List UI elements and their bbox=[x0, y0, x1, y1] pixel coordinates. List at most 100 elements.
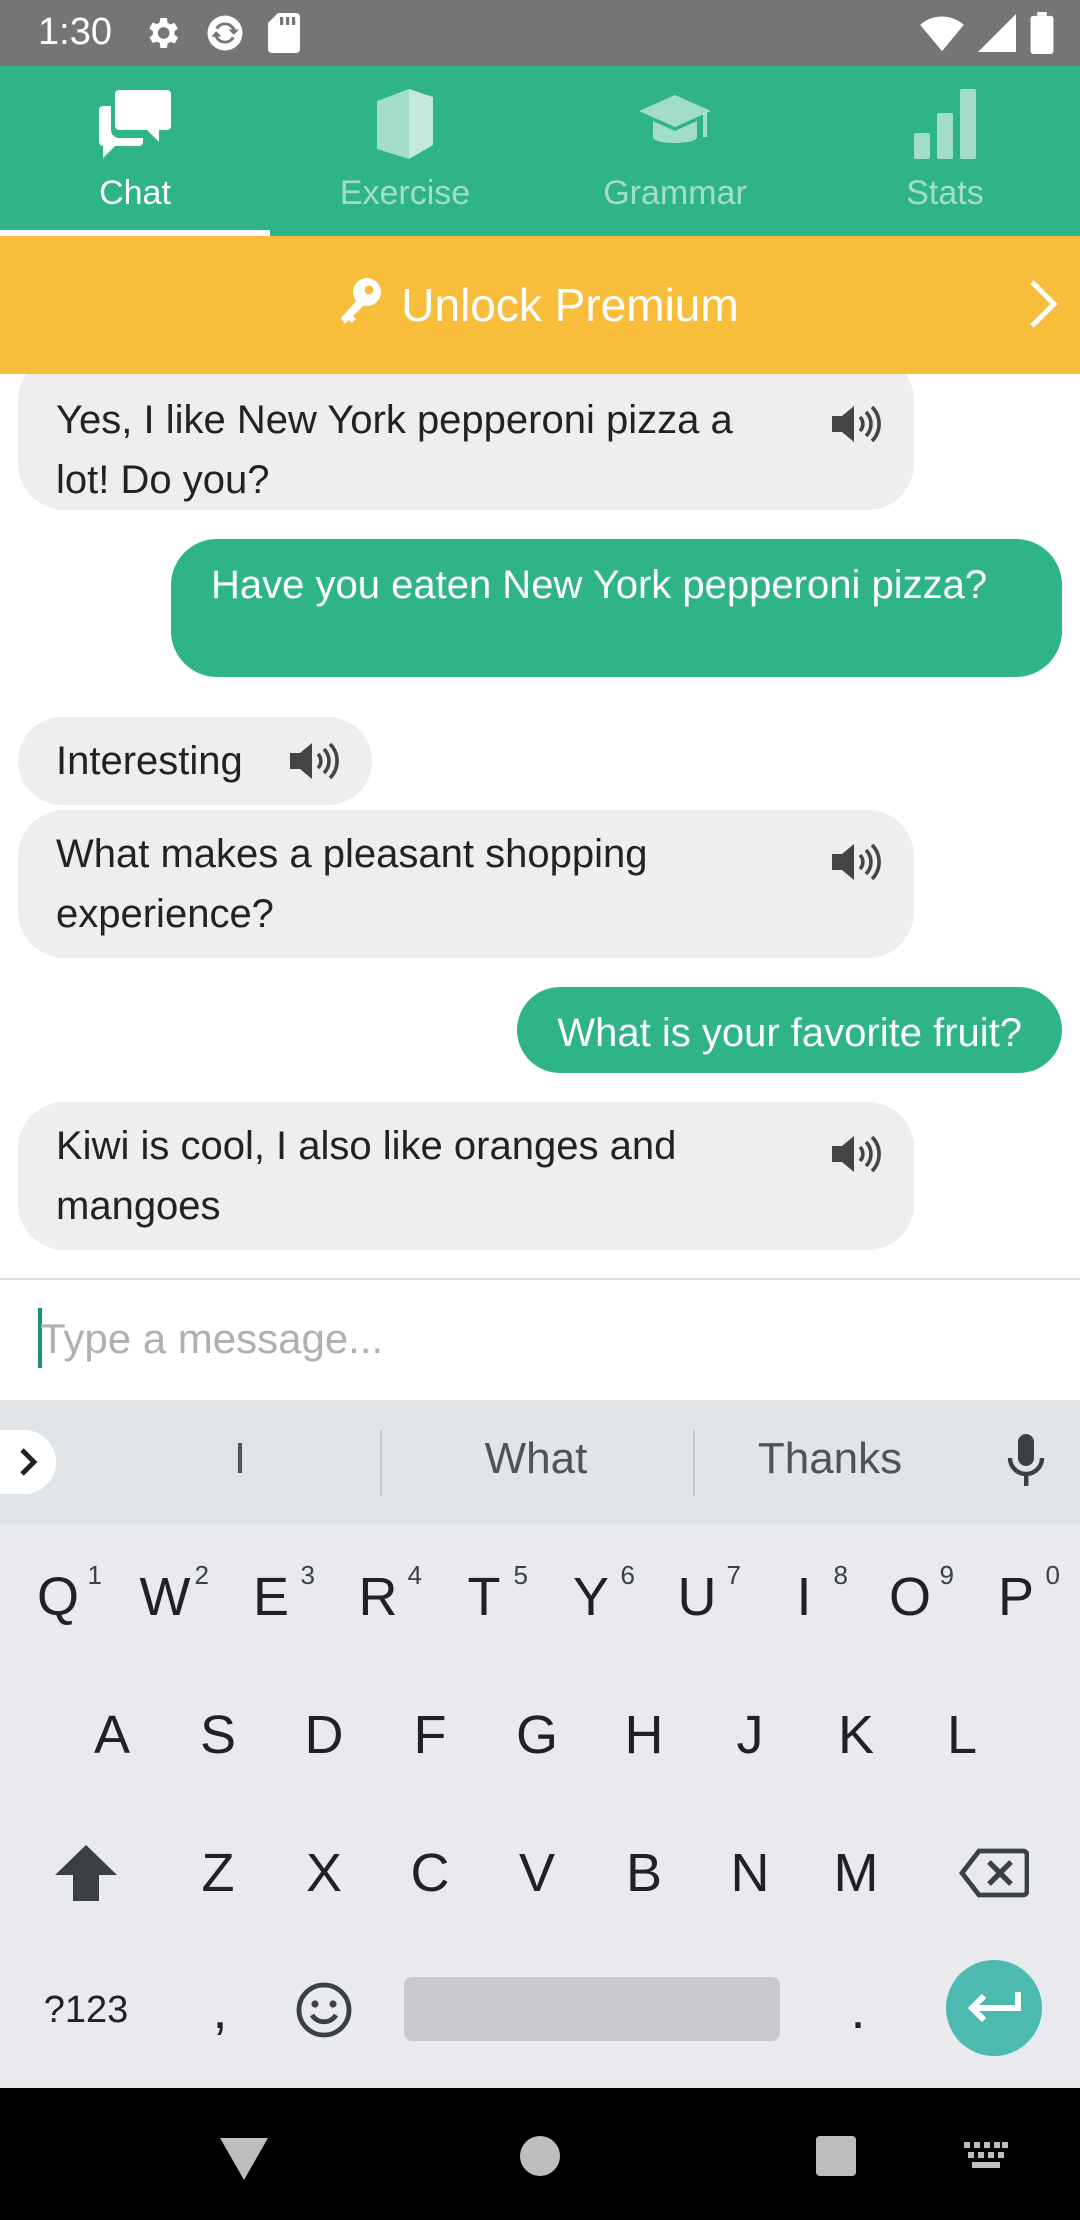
key-label: A bbox=[93, 1705, 131, 1765]
key-hint: 0 bbox=[1045, 1560, 1060, 1590]
unlock-premium-banner[interactable]: Unlock Premium bbox=[0, 236, 1080, 374]
tab-bar: Chat Exercise Grammar Stats bbox=[0, 66, 1080, 236]
gear-icon bbox=[149, 18, 178, 48]
enter-key[interactable] bbox=[946, 1960, 1042, 2056]
key-c[interactable]: C bbox=[380, 1818, 480, 1928]
suggestion-2[interactable]: What bbox=[436, 1434, 636, 1484]
backspace-icon bbox=[959, 1848, 1029, 1898]
bot-message: Kiwi is cool, I also like oranges and ma… bbox=[18, 1102, 914, 1250]
emoji-key[interactable] bbox=[274, 1955, 374, 2065]
key-label: M bbox=[833, 1843, 879, 1903]
shift-icon bbox=[55, 1845, 117, 1901]
tab-exercise-label: Exercise bbox=[339, 174, 471, 212]
message-input[interactable] bbox=[40, 1304, 1040, 1374]
expand-toolbar-button[interactable] bbox=[0, 1430, 56, 1494]
key-o[interactable]: O9 bbox=[860, 1542, 960, 1652]
keyboard-switch-icon[interactable] bbox=[964, 2142, 1008, 2170]
key-t[interactable]: T5 bbox=[434, 1542, 534, 1652]
back-icon[interactable] bbox=[220, 2138, 268, 2180]
key-j[interactable]: J bbox=[700, 1680, 800, 1790]
key-label: Z bbox=[201, 1843, 235, 1903]
key-label: C bbox=[410, 1843, 450, 1903]
recents-icon[interactable] bbox=[816, 2136, 856, 2176]
tab-stats-label: Stats bbox=[906, 174, 984, 212]
wifi-icon bbox=[920, 16, 964, 52]
speaker-icon[interactable] bbox=[290, 741, 342, 781]
message-line: lot! Do you? bbox=[56, 458, 270, 502]
suggestion-1[interactable]: I bbox=[200, 1434, 280, 1484]
home-icon[interactable] bbox=[520, 2136, 560, 2176]
key-hint: 9 bbox=[939, 1560, 954, 1590]
message-text: Kiwi is cool, I also like oranges and ma… bbox=[56, 1116, 676, 1236]
key-k[interactable]: K bbox=[806, 1680, 906, 1790]
tab-chat[interactable]: Chat bbox=[0, 66, 270, 236]
tab-exercise[interactable]: Exercise bbox=[270, 66, 540, 236]
key-label: K bbox=[837, 1705, 875, 1765]
key-w[interactable]: W2 bbox=[115, 1542, 215, 1652]
key-z[interactable]: Z bbox=[168, 1818, 268, 1928]
backspace-key[interactable] bbox=[944, 1818, 1044, 1928]
key-y[interactable]: Y6 bbox=[541, 1542, 641, 1652]
key-e[interactable]: E3 bbox=[221, 1542, 321, 1652]
spacebar[interactable] bbox=[404, 1977, 780, 2041]
key-x[interactable]: X bbox=[274, 1818, 374, 1928]
key-r[interactable]: R4 bbox=[328, 1542, 428, 1652]
key-d[interactable]: D bbox=[274, 1680, 374, 1790]
key-label: X bbox=[305, 1843, 343, 1903]
key-hint: 3 bbox=[300, 1560, 315, 1590]
suggestion-divider bbox=[693, 1430, 695, 1496]
key-s[interactable]: S bbox=[168, 1680, 268, 1790]
key-a[interactable]: A bbox=[62, 1680, 162, 1790]
key-hint: 8 bbox=[833, 1560, 848, 1590]
key-p[interactable]: P0 bbox=[966, 1542, 1066, 1652]
suggestion-3[interactable]: Thanks bbox=[730, 1434, 930, 1484]
comma-key[interactable]: , bbox=[170, 1955, 270, 2065]
suggestion-strip: I What Thanks bbox=[0, 1400, 1080, 1524]
key-label: F bbox=[413, 1705, 447, 1765]
battery-icon bbox=[1030, 12, 1054, 54]
key-hint: 5 bbox=[513, 1560, 528, 1590]
key-label: I bbox=[796, 1567, 812, 1627]
key-label: . bbox=[850, 1980, 866, 2040]
key-g[interactable]: G bbox=[487, 1680, 587, 1790]
soft-keyboard: I What Thanks Q1 W2 E3 R4 T5 Y6 U7 I8 O9… bbox=[0, 1400, 1080, 2088]
speaker-icon[interactable] bbox=[832, 1134, 884, 1174]
user-message: Have you eaten New York pepperoni pizza? bbox=[171, 539, 1062, 677]
key-label: E bbox=[252, 1567, 290, 1627]
tab-grammar[interactable]: Grammar bbox=[540, 66, 810, 236]
key-hint: 7 bbox=[726, 1560, 741, 1590]
key-n[interactable]: N bbox=[700, 1818, 800, 1928]
speaker-icon[interactable] bbox=[832, 404, 884, 444]
tab-stats[interactable]: Stats bbox=[810, 66, 1080, 236]
key-label: P bbox=[997, 1567, 1035, 1627]
key-i[interactable]: I8 bbox=[754, 1542, 854, 1652]
message-line: mangoes bbox=[56, 1184, 221, 1228]
enter-icon bbox=[967, 1992, 1021, 2023]
shift-key[interactable] bbox=[36, 1818, 136, 1928]
key-label: B bbox=[625, 1843, 663, 1903]
tab-grammar-label: Grammar bbox=[603, 174, 747, 212]
period-key[interactable]: . bbox=[808, 1955, 908, 2065]
key-q[interactable]: Q1 bbox=[8, 1542, 108, 1652]
key-u[interactable]: U7 bbox=[647, 1542, 747, 1652]
key-b[interactable]: B bbox=[594, 1818, 694, 1928]
emoji-icon bbox=[296, 1982, 352, 2038]
key-m[interactable]: M bbox=[806, 1818, 906, 1928]
key-f[interactable]: F bbox=[380, 1680, 480, 1790]
key-l[interactable]: L bbox=[912, 1680, 1012, 1790]
message-line: Kiwi is cool, I also like oranges and bbox=[56, 1124, 677, 1168]
message-line: Interesting bbox=[56, 739, 243, 783]
key-label: D bbox=[304, 1705, 344, 1765]
bar-chart-icon bbox=[914, 89, 976, 159]
key-v[interactable]: V bbox=[487, 1818, 587, 1928]
message-line: What makes a pleasant shopping bbox=[56, 832, 648, 876]
sd-card-icon bbox=[268, 13, 300, 53]
user-message: What is your favorite fruit? bbox=[517, 987, 1062, 1073]
speaker-icon[interactable] bbox=[832, 842, 884, 882]
microphone-icon[interactable] bbox=[1006, 1434, 1046, 1488]
key-h[interactable]: H bbox=[594, 1680, 694, 1790]
key-label: G bbox=[515, 1705, 558, 1765]
symbols-key[interactable]: ?123 bbox=[24, 1955, 148, 2065]
key-label: W bbox=[139, 1567, 191, 1627]
key-hint: 4 bbox=[407, 1560, 422, 1590]
